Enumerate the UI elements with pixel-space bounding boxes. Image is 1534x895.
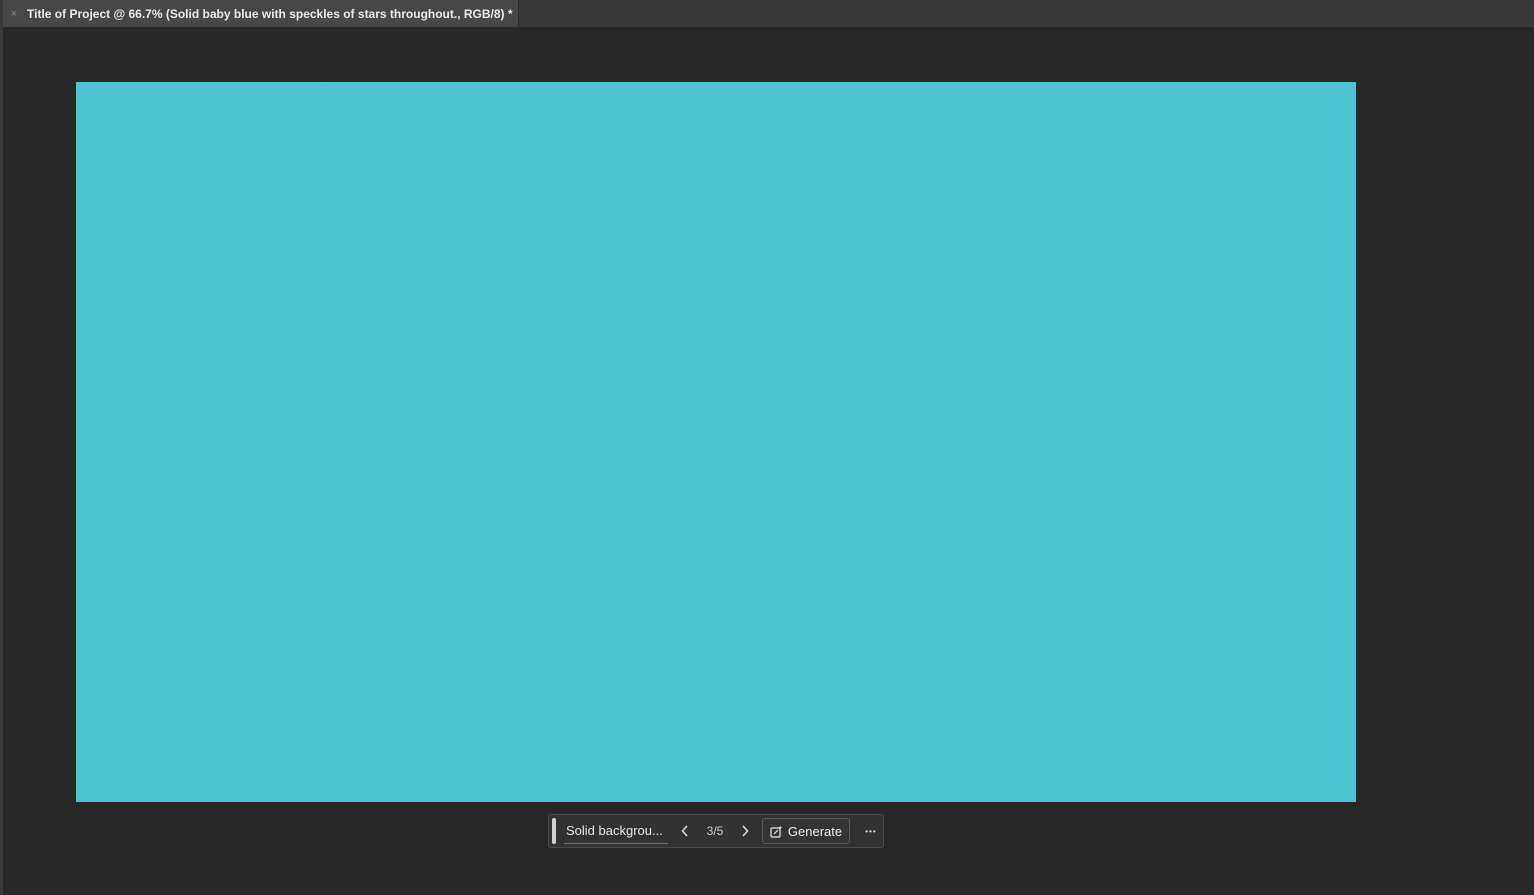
chevron-left-icon xyxy=(681,825,688,837)
next-variation-button[interactable] xyxy=(734,818,756,844)
document-tab-title: Title of Project @ 66.7% (Solid baby blu… xyxy=(27,6,513,21)
chevron-right-icon xyxy=(742,825,749,837)
document-tab[interactable]: × Title of Project @ 66.7% (Solid baby b… xyxy=(3,0,519,27)
prompt-input[interactable]: Solid backgrou... xyxy=(564,818,668,844)
drag-handle[interactable] xyxy=(552,818,556,844)
close-icon[interactable]: × xyxy=(6,8,22,20)
generate-label: Generate xyxy=(787,823,843,839)
document-tab-bar: × Title of Project @ 66.7% (Solid baby b… xyxy=(0,0,1534,28)
workspace-left-edge xyxy=(0,27,3,895)
document-canvas[interactable] xyxy=(76,82,1356,802)
more-options-icon: ••• xyxy=(865,826,877,836)
generate-button[interactable]: Generate xyxy=(762,818,850,844)
contextual-task-bar: Solid backgrou... 3/5 Generate ••• xyxy=(548,814,884,848)
previous-variation-button[interactable] xyxy=(674,818,696,844)
more-options-button[interactable]: ••• xyxy=(860,818,882,844)
generate-icon xyxy=(770,825,783,838)
canvas-texture xyxy=(76,82,1356,802)
variation-counter: 3/5 xyxy=(706,824,724,838)
